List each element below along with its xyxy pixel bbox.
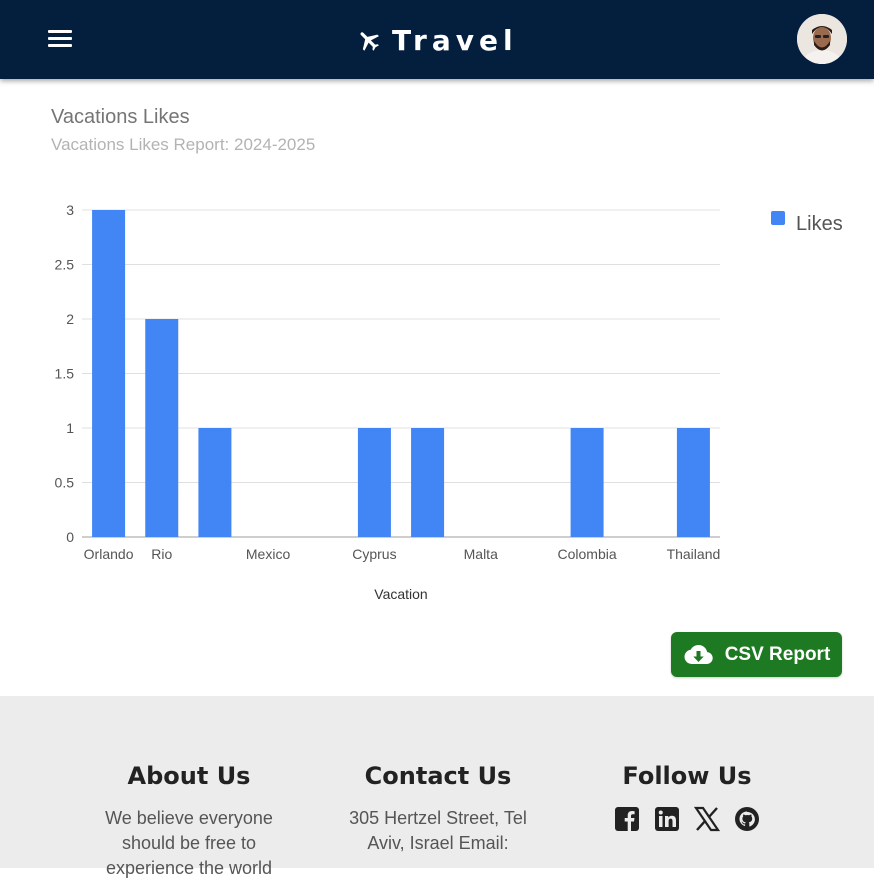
likes-bar-chart: 0 0.5 1 1.5 2 2.5 3 Orlando Rio Mexico Cyprus Malta… xyxy=(55,202,843,602)
y-tick-label: 0.5 xyxy=(55,475,75,491)
bar-colombia xyxy=(570,428,604,537)
about-text: We believe everyone should be free to ex… xyxy=(105,808,273,878)
x-tick-label: Colombia xyxy=(558,546,617,562)
x-tick-label: Thailand xyxy=(667,546,721,562)
plane-icon xyxy=(360,32,379,51)
social-links xyxy=(577,806,797,832)
bar-cyprus xyxy=(357,428,391,537)
footer: About Us We believe everyone should be f… xyxy=(0,696,874,878)
x-tick-label: Rio xyxy=(151,546,172,562)
bar-rio xyxy=(145,319,179,537)
contact-title: Contact Us xyxy=(364,762,512,790)
bar-thailand xyxy=(676,428,710,537)
about-title: About Us xyxy=(127,762,251,790)
bar-paris xyxy=(198,428,232,537)
y-tick-label: 2.5 xyxy=(55,257,75,273)
brand-title: Travel xyxy=(392,23,518,57)
contact-text: 305 Hertzel Street, Tel Aviv, Israel Ema… xyxy=(349,808,527,853)
brand-logo[interactable]: Travel xyxy=(356,20,518,60)
facebook-icon[interactable] xyxy=(614,806,640,832)
y-tick-label: 0 xyxy=(66,529,74,545)
x-tick-label: Mexico xyxy=(246,546,291,562)
menu-icon[interactable] xyxy=(48,30,72,48)
legend-label: Likes xyxy=(796,213,843,235)
x-tick-label: Malta xyxy=(464,546,498,562)
y-tick-label: 2 xyxy=(66,311,74,327)
x-axis-label: Vacation xyxy=(374,586,427,602)
github-icon[interactable] xyxy=(734,806,760,832)
legend-swatch xyxy=(771,211,785,225)
csv-report-button[interactable]: CSV Report xyxy=(671,632,842,677)
page-title: Vacations Likes xyxy=(51,106,190,128)
x-icon[interactable] xyxy=(693,806,721,832)
csv-report-label: CSV Report xyxy=(724,643,831,665)
x-tick-label: Orlando xyxy=(84,546,134,562)
cloud-download-icon xyxy=(684,644,713,664)
app-header: Travel xyxy=(0,0,874,79)
y-tick-label: 1 xyxy=(66,420,74,436)
page-subtitle: Vacations Likes Report: 2024-2025 xyxy=(51,135,316,154)
bar-orlando xyxy=(92,210,126,537)
follow-title: Follow Us xyxy=(622,762,752,790)
linkedin-icon[interactable] xyxy=(654,806,680,832)
avatar[interactable] xyxy=(797,14,847,64)
x-tick-label: Cyprus xyxy=(352,546,396,562)
y-tick-label: 3 xyxy=(66,202,74,218)
bar-tokyo xyxy=(411,428,445,537)
y-tick-label: 1.5 xyxy=(55,366,75,382)
